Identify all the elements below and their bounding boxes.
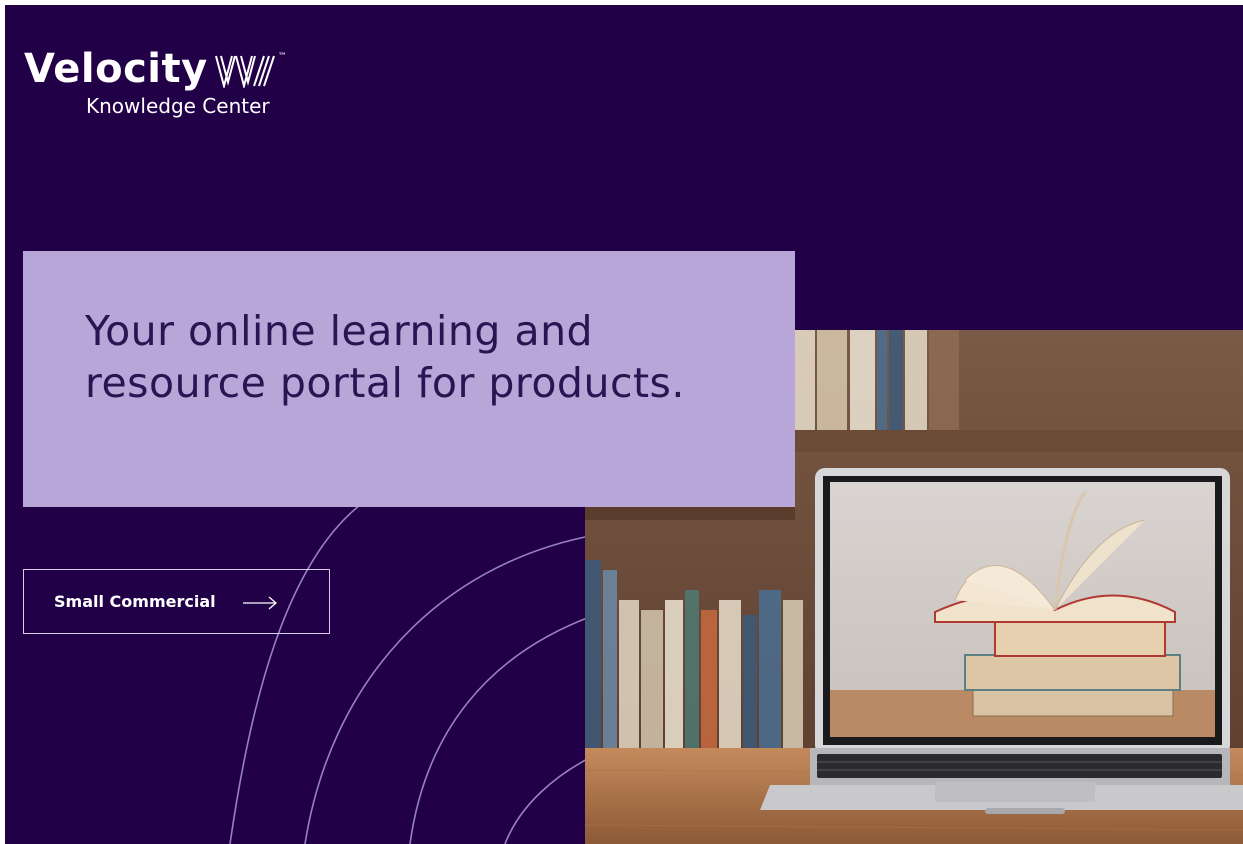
small-commercial-button[interactable]: Small Commercial: [23, 569, 330, 634]
hero-headline: Your online learning and resource portal…: [85, 307, 685, 407]
brand-logo[interactable]: Velocity ™ Knowledge Center: [24, 45, 287, 119]
velocity-mark-icon: [214, 55, 275, 88]
arrow-right-icon: [242, 596, 277, 609]
hero-banner: Velocity ™ Knowledge Center Your online …: [5, 5, 1243, 844]
brand-subtitle: Knowledge Center: [86, 94, 270, 118]
cta-label: Small Commercial: [54, 592, 216, 611]
hero-text-box: Your online learning and resource portal…: [23, 251, 795, 507]
trademark-symbol: ™: [277, 52, 287, 62]
brand-name: Velocity: [24, 46, 208, 92]
